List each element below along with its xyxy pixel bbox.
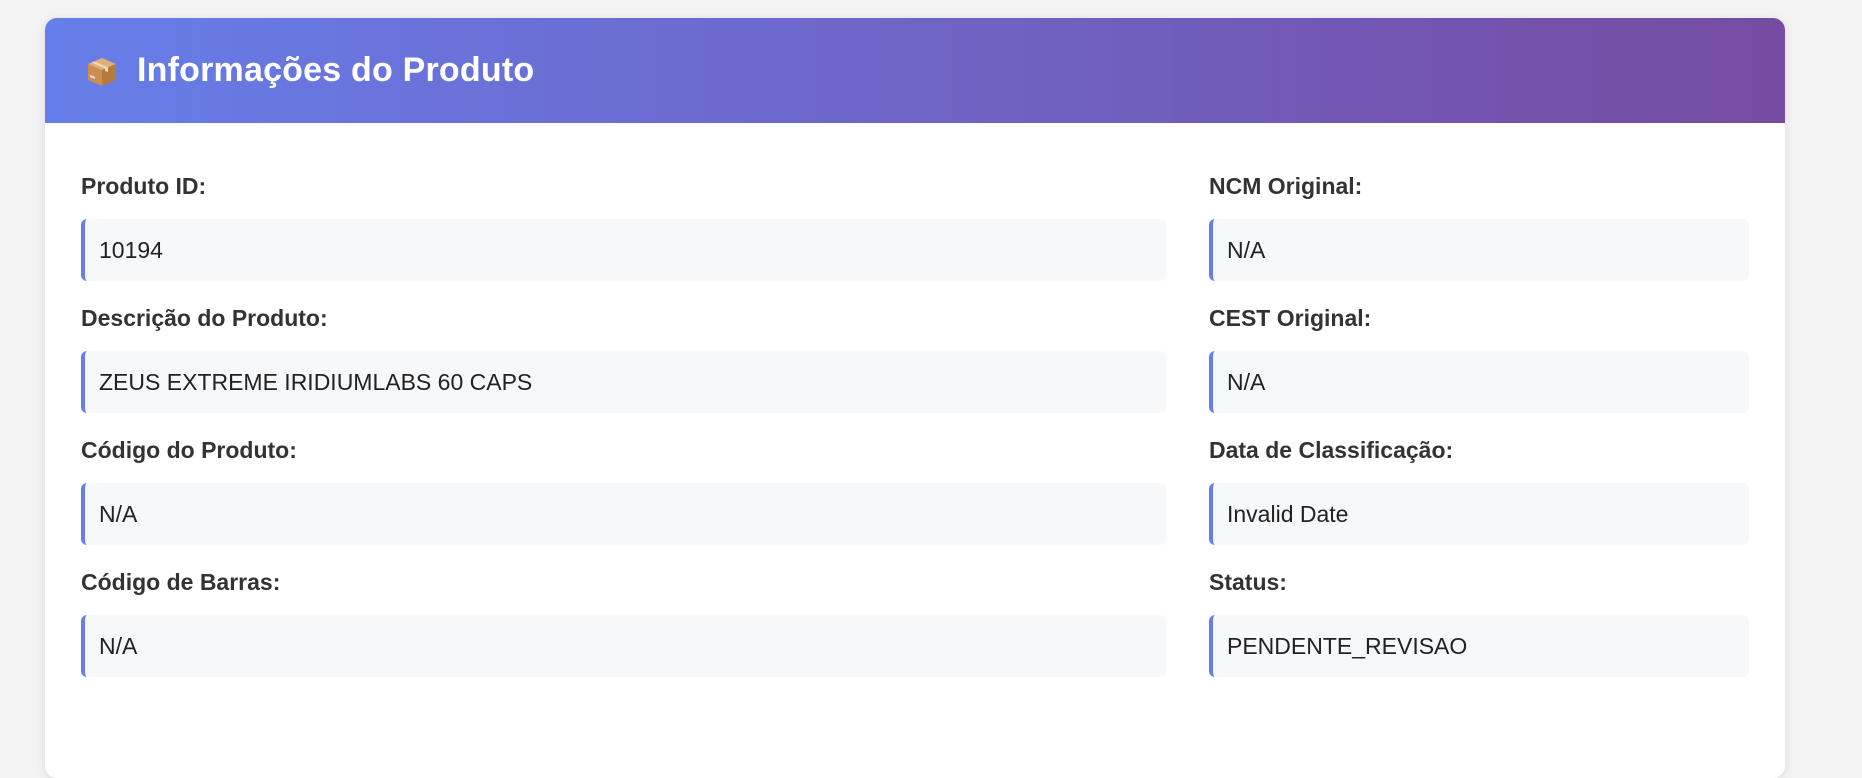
field-value: Invalid Date xyxy=(1209,483,1749,545)
field-label: Código do Produto: xyxy=(81,437,297,463)
product-info-card: Informações do Produto Produto ID: 10194… xyxy=(45,18,1785,778)
field-label: NCM Original: xyxy=(1209,173,1363,199)
field-codigo-produto: Código do Produto: N/A xyxy=(81,435,1166,545)
field-value: N/A xyxy=(1209,351,1749,413)
card-header: Informações do Produto xyxy=(45,18,1785,123)
package-icon xyxy=(85,55,117,87)
field-codigo-barras: Código de Barras: N/A xyxy=(81,567,1166,677)
page-title: Informações do Produto xyxy=(137,51,535,89)
field-label: CEST Original: xyxy=(1209,305,1372,331)
field-value: N/A xyxy=(81,483,1166,545)
field-data-classificacao: Data de Classificação: Invalid Date xyxy=(1209,435,1749,545)
field-value: 10194 xyxy=(81,219,1166,281)
field-value: ZEUS EXTREME IRIDIUMLABS 60 CAPS xyxy=(81,351,1166,413)
field-descricao: Descrição do Produto: ZEUS EXTREME IRIDI… xyxy=(81,303,1166,413)
field-label: Código de Barras: xyxy=(81,569,281,595)
status-value: PENDENTE_REVISAO xyxy=(1209,615,1749,677)
field-value: N/A xyxy=(1209,219,1749,281)
field-label: Data de Classificação: xyxy=(1209,437,1454,463)
field-produto-id: Produto ID: 10194 xyxy=(81,171,1166,281)
field-ncm-original: NCM Original: N/A xyxy=(1209,171,1749,281)
field-cest-original: CEST Original: N/A xyxy=(1209,303,1749,413)
field-status: Status: PENDENTE_REVISAO xyxy=(1209,567,1749,677)
field-value: N/A xyxy=(81,615,1166,677)
field-label: Status: xyxy=(1209,569,1287,595)
field-label: Descrição do Produto: xyxy=(81,305,328,331)
field-label: Produto ID: xyxy=(81,173,207,199)
